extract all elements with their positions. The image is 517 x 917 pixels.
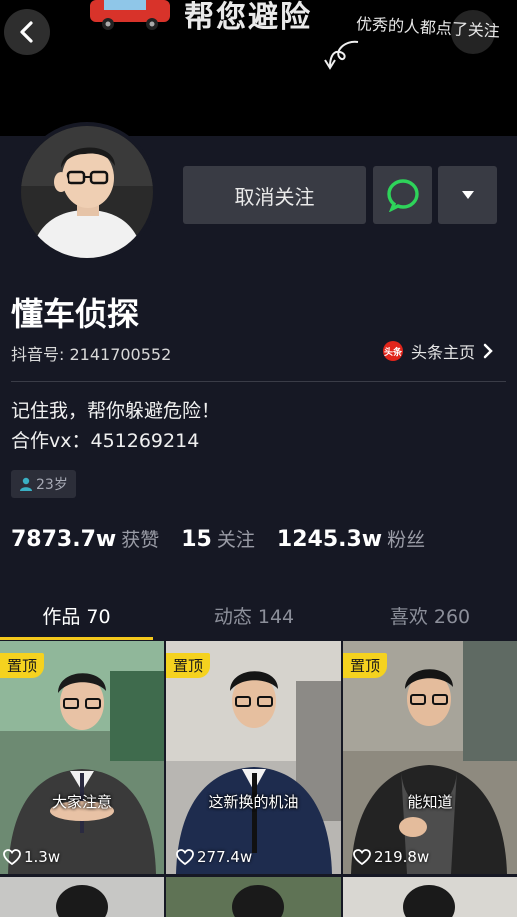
bio-line: 记住我，帮你躲避危险！ (11, 400, 221, 422)
pinned-badge: 置顶 (343, 653, 388, 678)
following-count[interactable]: 15 (181, 527, 212, 552)
profile-name: 懂车侦探 (11, 295, 140, 333)
unfollow-button[interactable]: 取消关注 (183, 166, 366, 224)
video-thumbnail[interactable] (0, 877, 164, 917)
stats-row: 7873.7w 获赞 15 关注 1245.3w 粉丝 (11, 525, 447, 552)
video-caption: 能知道 (407, 793, 453, 811)
arrow-doodle-icon (324, 40, 359, 70)
video-thumbnail[interactable]: 置顶 能知道 219.8w (343, 641, 517, 874)
bio-line: 合作vx：451269214 (11, 430, 200, 452)
video-thumbnail[interactable]: 置顶 大家注意 1.3w (0, 641, 164, 874)
likes-value: 219.8w (374, 848, 430, 866)
douyin-id: 抖音号: 2141700552 (11, 345, 172, 364)
chevron-left-icon (20, 21, 33, 43)
chevron-right-icon (483, 343, 493, 359)
more-dropdown-button[interactable] (438, 166, 497, 224)
age-label: 23岁 (36, 477, 68, 493)
video-caption: 大家注意 (51, 793, 112, 811)
banner-title: 帮您避险 (184, 0, 312, 35)
pinned-badge: 置顶 (0, 653, 45, 678)
heart-icon (353, 849, 371, 865)
following-label[interactable]: 关注 (217, 525, 255, 552)
triangle-down-icon (461, 191, 474, 199)
car-illustration (90, 0, 170, 30)
active-tab-indicator (0, 637, 153, 640)
person-icon (20, 477, 32, 491)
tab-works[interactable]: 作品 70 (0, 590, 153, 640)
likes-value: 1.3w (24, 848, 61, 866)
heart-icon (3, 849, 21, 865)
chat-bubble-icon (386, 179, 419, 212)
video-cover-image (0, 877, 164, 917)
avatar-photo (21, 126, 153, 258)
likes-count: 7873.7w (11, 527, 117, 552)
followers-count[interactable]: 1245.3w (277, 527, 382, 552)
likes-value: 277.4w (197, 848, 253, 866)
more-options-button[interactable] (451, 10, 495, 54)
video-cover-image (343, 877, 517, 917)
bio: 记住我，帮你躲避危险！ 合作vx：451269214 (11, 396, 220, 456)
tab-dynamic[interactable]: 动态 144 (176, 590, 332, 640)
video-caption: 这新换的机油 (208, 793, 299, 811)
likes-label: 获赞 (121, 529, 160, 551)
avatar[interactable] (17, 122, 157, 262)
profile-banner: 帮您避险 优秀的人都点了关注 (0, 0, 517, 136)
video-likes: 277.4w (176, 848, 252, 866)
tab-likes[interactable]: 喜欢 260 (355, 590, 505, 640)
video-likes: 219.8w (353, 848, 429, 866)
video-likes: 1.3w (3, 848, 60, 866)
toutiao-logo-icon: 头条 (382, 341, 403, 361)
toutiao-label: 头条主页 (410, 343, 475, 362)
message-button[interactable] (373, 166, 432, 224)
pinned-badge: 置顶 (166, 653, 211, 678)
age-tag: 23岁 (11, 470, 76, 498)
divider (11, 381, 506, 382)
content-tabs: 作品 70 动态 144 喜欢 260 (0, 590, 517, 640)
video-grid: 置顶 大家注意 1.3w 置顶 这新换的机油 277.4w 置顶 能知道 219… (0, 641, 517, 917)
heart-icon (176, 849, 194, 865)
video-thumbnail[interactable] (343, 877, 517, 917)
video-thumbnail[interactable] (166, 877, 341, 917)
followers-label[interactable]: 粉丝 (387, 525, 425, 552)
back-button[interactable] (4, 9, 50, 55)
video-cover-image (166, 877, 341, 917)
video-thumbnail[interactable]: 置顶 这新换的机油 277.4w (166, 641, 341, 874)
toutiao-homepage-link[interactable]: 头条 头条主页 (382, 339, 495, 363)
